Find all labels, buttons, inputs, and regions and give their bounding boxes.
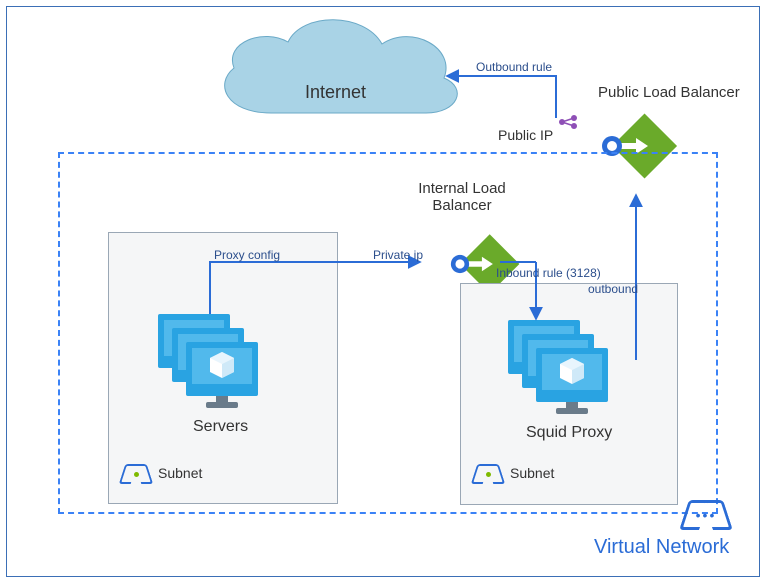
private-ip-label: Private ip — [373, 248, 423, 262]
proxy-config-label: Proxy config — [214, 248, 280, 262]
connectors — [0, 0, 768, 585]
outbound-label: outbound — [588, 282, 638, 296]
inbound-rule-label: Inbound rule (3128) — [496, 266, 601, 280]
diagram-canvas: Internet Public Load Balancer Public IP — [0, 0, 768, 585]
outbound-rule-label: Outbound rule — [476, 60, 552, 74]
